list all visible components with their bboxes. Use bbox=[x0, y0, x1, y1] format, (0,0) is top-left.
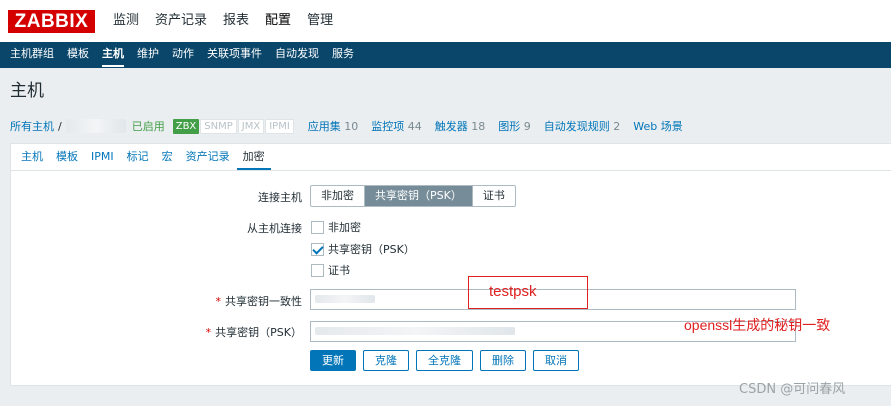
badge-zbx: ZBX bbox=[172, 118, 200, 134]
cancel-button[interactable]: 取消 bbox=[533, 350, 579, 371]
watermark: CSDN @可问春风 bbox=[739, 382, 846, 397]
badge-jmx: JMX bbox=[237, 118, 265, 134]
web-scenarios-link[interactable]: Web 场景 bbox=[633, 118, 682, 134]
triggers-link[interactable]: 触发器 18 bbox=[435, 118, 486, 134]
sub-nav: 主机群组 模板 主机 维护 动作 关联项事件 自动发现 服务 bbox=[0, 42, 891, 68]
subnav-host-groups[interactable]: 主机群组 bbox=[4, 42, 60, 68]
main-nav-monitoring[interactable]: 监测 bbox=[107, 0, 145, 42]
checkbox-label: 共享密钥（PSK） bbox=[328, 243, 415, 256]
clone-button[interactable]: 克隆 bbox=[363, 350, 409, 371]
from-unencrypted-checkbox[interactable]: 非加密 bbox=[311, 219, 361, 235]
tab-templates[interactable]: 模板 bbox=[50, 144, 84, 170]
discovery-rules-link[interactable]: 自动发现规则 2 bbox=[544, 118, 621, 134]
form-buttons: 更新 克隆 全克隆 删除 取消 bbox=[310, 350, 586, 371]
zabbix-logo[interactable]: ZABBIX bbox=[8, 10, 95, 33]
delete-button[interactable]: 删除 bbox=[480, 350, 526, 371]
items-link[interactable]: 监控项 44 bbox=[371, 118, 422, 134]
checkbox-box-checked[interactable] bbox=[311, 242, 324, 256]
main-nav: 监测 资产记录 报表 配置 管理 bbox=[107, 0, 343, 42]
tab-ipmi[interactable]: IPMI bbox=[85, 144, 120, 170]
tab-tags[interactable]: 标记 bbox=[121, 144, 155, 170]
redacted-value bbox=[315, 295, 375, 303]
from-psk-checkbox[interactable]: 共享密钥（PSK） bbox=[311, 241, 415, 257]
annotation-psk: openssl生成的秘钥一致 bbox=[684, 317, 831, 333]
full-clone-button[interactable]: 全克隆 bbox=[416, 350, 473, 371]
top-header: ZABBIX 监测 资产记录 报表 配置 管理 bbox=[0, 0, 891, 42]
tab-inventory[interactable]: 资产记录 bbox=[180, 144, 236, 170]
checkbox-label: 证书 bbox=[328, 264, 350, 277]
subnav-maintenance[interactable]: 维护 bbox=[131, 42, 165, 68]
tab-macros[interactable]: 宏 bbox=[156, 144, 179, 170]
all-hosts-link[interactable]: 所有主机 bbox=[10, 118, 54, 134]
checkbox-box[interactable] bbox=[311, 263, 324, 277]
checkbox-label: 非加密 bbox=[328, 221, 361, 234]
main-nav-inventory[interactable]: 资产记录 bbox=[149, 0, 213, 42]
psk-identity-label: * 共享密钥一致性 bbox=[215, 295, 303, 308]
status-enabled-link[interactable]: 已启用 bbox=[132, 118, 165, 134]
applications-link[interactable]: 应用集 10 bbox=[308, 118, 359, 134]
badge-ipmi: IPMI bbox=[265, 118, 294, 134]
host-breadcrumb-bar: 所有主机 / 已启用 ZBX SNMP JMX IPMI 应用集 10 监控项 … bbox=[10, 114, 683, 138]
subnav-services[interactable]: 服务 bbox=[326, 42, 360, 68]
main-nav-configuration[interactable]: 配置 bbox=[259, 0, 297, 42]
connect-option-certificate[interactable]: 证书 bbox=[473, 186, 515, 206]
subnav-hosts[interactable]: 主机 bbox=[96, 42, 130, 68]
host-tabs: 主机 模板 IPMI 标记 宏 资产记录 加密 bbox=[11, 144, 891, 171]
subnav-templates[interactable]: 模板 bbox=[61, 42, 95, 68]
from-certificate-checkbox[interactable]: 证书 bbox=[311, 262, 350, 278]
breadcrumb-separator: / bbox=[58, 119, 62, 133]
connect-from-host-label: 从主机连接 bbox=[247, 222, 302, 235]
subnav-actions[interactable]: 动作 bbox=[166, 42, 200, 68]
tab-host[interactable]: 主机 bbox=[15, 144, 49, 170]
redacted-value bbox=[315, 327, 515, 335]
main-nav-administration[interactable]: 管理 bbox=[301, 0, 339, 42]
connect-option-psk[interactable]: 共享密钥（PSK） bbox=[365, 186, 473, 206]
badge-snmp: SNMP bbox=[200, 118, 237, 134]
update-button[interactable]: 更新 bbox=[310, 350, 356, 371]
graphs-link[interactable]: 图形 9 bbox=[498, 118, 531, 134]
connect-option-unencrypted[interactable]: 非加密 bbox=[311, 186, 365, 206]
subnav-event-correlation[interactable]: 关联项事件 bbox=[201, 42, 268, 68]
page-title: 主机 bbox=[10, 81, 44, 101]
tab-encryption[interactable]: 加密 bbox=[236, 144, 271, 170]
psk-label: * 共享密钥（PSK） bbox=[205, 326, 302, 339]
annotation-psk-identity: testpsk bbox=[468, 276, 588, 309]
checkbox-box[interactable] bbox=[311, 220, 324, 234]
redacted-host-name[interactable] bbox=[65, 119, 126, 133]
connect-to-host-selector: 非加密 共享密钥（PSK） 证书 bbox=[310, 185, 516, 207]
subnav-discovery[interactable]: 自动发现 bbox=[269, 42, 325, 68]
main-nav-reports[interactable]: 报表 bbox=[217, 0, 255, 42]
connect-to-host-label: 连接主机 bbox=[258, 191, 302, 204]
